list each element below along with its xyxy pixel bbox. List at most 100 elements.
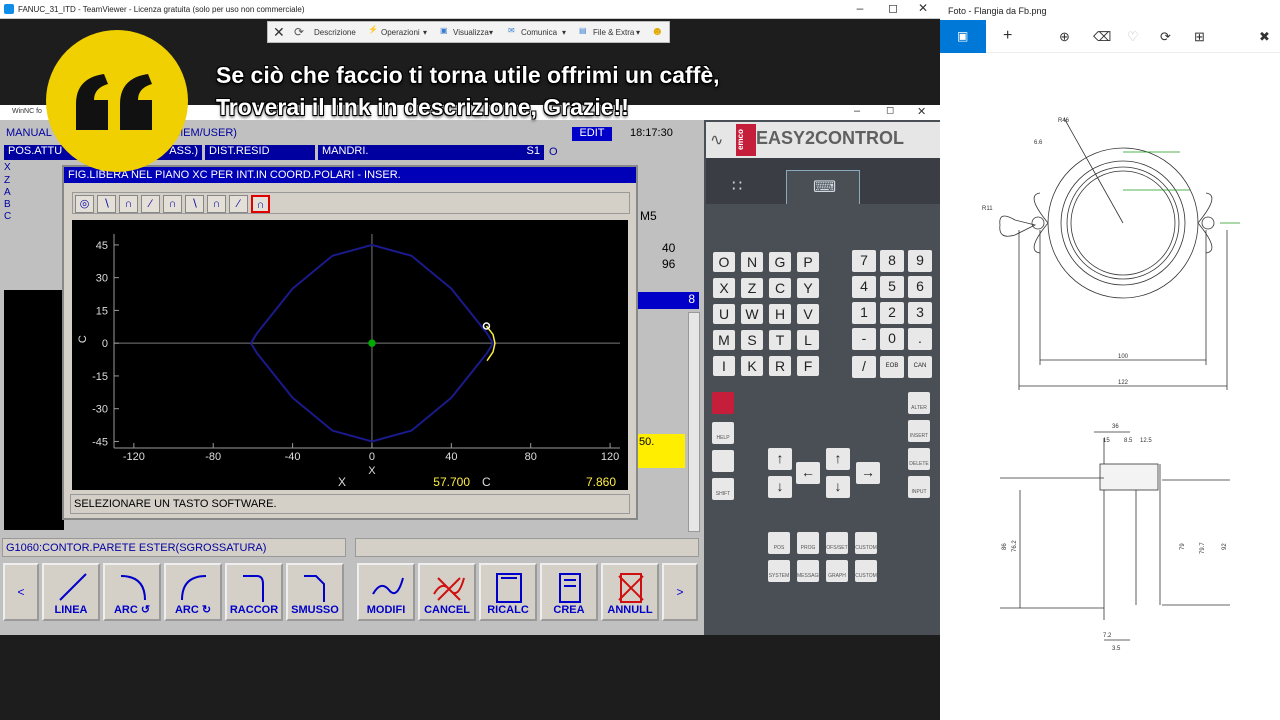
key-t[interactable]: T: [769, 330, 791, 350]
func-key-message[interactable]: MESSAGE: [797, 560, 822, 582]
key-help[interactable]: HELP: [712, 422, 734, 444]
reset-key[interactable]: [712, 392, 734, 414]
softkey-next[interactable]: >: [662, 563, 698, 621]
edit-icon[interactable]: ✖: [1259, 29, 1270, 45]
key-o[interactable]: O: [713, 252, 735, 272]
toolbar-descrizione[interactable]: Descrizione: [314, 28, 356, 37]
selected-row[interactable]: 8: [637, 292, 699, 309]
line-tool-icon[interactable]: ∕: [141, 195, 160, 213]
scrollbar[interactable]: [688, 312, 700, 532]
key-l[interactable]: L: [797, 330, 819, 350]
key-digit[interactable]: 6: [908, 276, 932, 298]
minimize-button[interactable]: –: [845, 1, 875, 15]
smiley-icon[interactable]: ☻: [651, 24, 664, 38]
toolbar-comunica[interactable]: Comunica: [521, 28, 557, 37]
toolbar-file-extra[interactable]: File & Extra: [593, 28, 634, 37]
key-c[interactable]: C: [769, 278, 791, 298]
arc-tool-icon[interactable]: ∩: [163, 195, 182, 213]
key-digit[interactable]: 4: [852, 276, 876, 298]
arrow-down-key[interactable]: ↓: [826, 476, 850, 498]
softkey-modifi[interactable]: MODIFI: [357, 563, 415, 621]
key-u[interactable]: U: [713, 304, 735, 324]
func-key-graph[interactable]: GRAPH: [826, 560, 848, 582]
arc-tool-icon[interactable]: ∩: [119, 195, 138, 213]
arrow-up-key[interactable]: ↑: [826, 448, 850, 470]
arrow-right-key[interactable]: →: [856, 462, 880, 484]
key-k[interactable]: K: [741, 356, 763, 376]
key-n[interactable]: N: [741, 252, 763, 272]
favorite-icon[interactable]: ♡: [1127, 29, 1139, 45]
maximize-button[interactable]: ◻: [878, 1, 908, 15]
key-shift[interactable]: SHIFT: [712, 478, 734, 500]
key-slash[interactable]: /: [852, 356, 876, 378]
key-digit[interactable]: .: [908, 328, 932, 350]
e2c-maximize-button[interactable]: ◻: [886, 105, 894, 116]
line-tool-icon[interactable]: ∕: [229, 195, 248, 213]
key-abc[interactable]: [712, 450, 734, 472]
close-window-button[interactable]: ✕: [908, 1, 938, 15]
key-digit[interactable]: 0: [880, 328, 904, 350]
photo-view-button[interactable]: ▣: [940, 20, 986, 53]
softkey-cancel[interactable]: CANCEL: [418, 563, 476, 621]
softkey-arc-ccw[interactable]: ARC ↺: [103, 563, 161, 621]
line-diag-tool-icon[interactable]: ∖: [97, 195, 116, 213]
key-p[interactable]: P: [797, 252, 819, 272]
e2c-close-button[interactable]: ✕: [917, 105, 926, 118]
arc-tool-icon[interactable]: ∩: [207, 195, 226, 213]
key-digit[interactable]: 5: [880, 276, 904, 298]
line-diag-tool-icon[interactable]: ∖: [185, 195, 204, 213]
softkey-crea[interactable]: CREA: [540, 563, 598, 621]
softkey-linea[interactable]: LINEA: [42, 563, 100, 621]
key-digit[interactable]: 2: [880, 302, 904, 324]
close-session-icon[interactable]: ✕: [273, 24, 285, 41]
tab-dial-icon[interactable]: ∷: [732, 176, 742, 196]
tab-keyboard[interactable]: ⌨: [786, 170, 860, 204]
key-digit[interactable]: 3: [908, 302, 932, 324]
softkey-arc-cw[interactable]: ARC ↻: [164, 563, 222, 621]
key-y[interactable]: Y: [797, 278, 819, 298]
key-can[interactable]: CAN: [908, 356, 932, 378]
key-delete[interactable]: DELETE: [908, 448, 930, 470]
func-key-system[interactable]: SYSTEM: [768, 560, 790, 582]
softkey-ricalc[interactable]: RICALC: [479, 563, 537, 621]
arc-selected-tool-icon[interactable]: ∩: [251, 195, 270, 213]
crop-icon[interactable]: ⊞: [1194, 29, 1205, 45]
softkey-prev[interactable]: <: [3, 563, 39, 621]
key-m[interactable]: M: [713, 330, 735, 350]
page-up-key[interactable]: ↑: [768, 448, 792, 470]
target-tool-icon[interactable]: ◎: [75, 195, 94, 213]
toolbar-visualizza[interactable]: Visualizza: [453, 28, 489, 37]
page-down-key[interactable]: ↓: [768, 476, 792, 498]
key-i[interactable]: I: [713, 356, 735, 376]
key-g[interactable]: G: [769, 252, 791, 272]
key-r[interactable]: R: [769, 356, 791, 376]
key-digit[interactable]: 8: [880, 250, 904, 272]
softkey-smusso[interactable]: SMUSSO: [286, 563, 344, 621]
key-alter[interactable]: ALTER: [908, 392, 930, 414]
key-x[interactable]: X: [713, 278, 735, 298]
func-key-prog[interactable]: PROG: [797, 532, 819, 554]
key-w[interactable]: W: [741, 304, 763, 324]
softkey-annull[interactable]: ANNULL: [601, 563, 659, 621]
func-key-custom[interactable]: CUSTOM: [855, 532, 877, 554]
key-insert[interactable]: INSERT: [908, 420, 930, 442]
key-input[interactable]: INPUT: [908, 476, 930, 498]
key-digit[interactable]: -: [852, 328, 876, 350]
e2c-minimize-button[interactable]: –: [854, 105, 860, 117]
key-digit[interactable]: 7: [852, 250, 876, 272]
key-v[interactable]: V: [797, 304, 819, 324]
softkey-raccor[interactable]: RACCOR: [225, 563, 283, 621]
key-z[interactable]: Z: [741, 278, 763, 298]
delete-icon[interactable]: ⌫: [1093, 29, 1111, 45]
key-eob[interactable]: EOB: [880, 356, 904, 378]
add-icon[interactable]: +: [1003, 27, 1012, 45]
key-f[interactable]: F: [797, 356, 819, 376]
key-s[interactable]: S: [741, 330, 763, 350]
arrow-left-key[interactable]: ←: [796, 462, 820, 484]
rotate-icon[interactable]: ⟳: [1160, 29, 1171, 45]
toolbar-operazioni[interactable]: Operazioni: [381, 28, 420, 37]
zoom-icon[interactable]: ⊕: [1059, 29, 1070, 45]
func-key-pos[interactable]: POS: [768, 532, 790, 554]
func-key-custom[interactable]: CUSTOM: [855, 560, 877, 582]
key-digit[interactable]: 9: [908, 250, 932, 272]
